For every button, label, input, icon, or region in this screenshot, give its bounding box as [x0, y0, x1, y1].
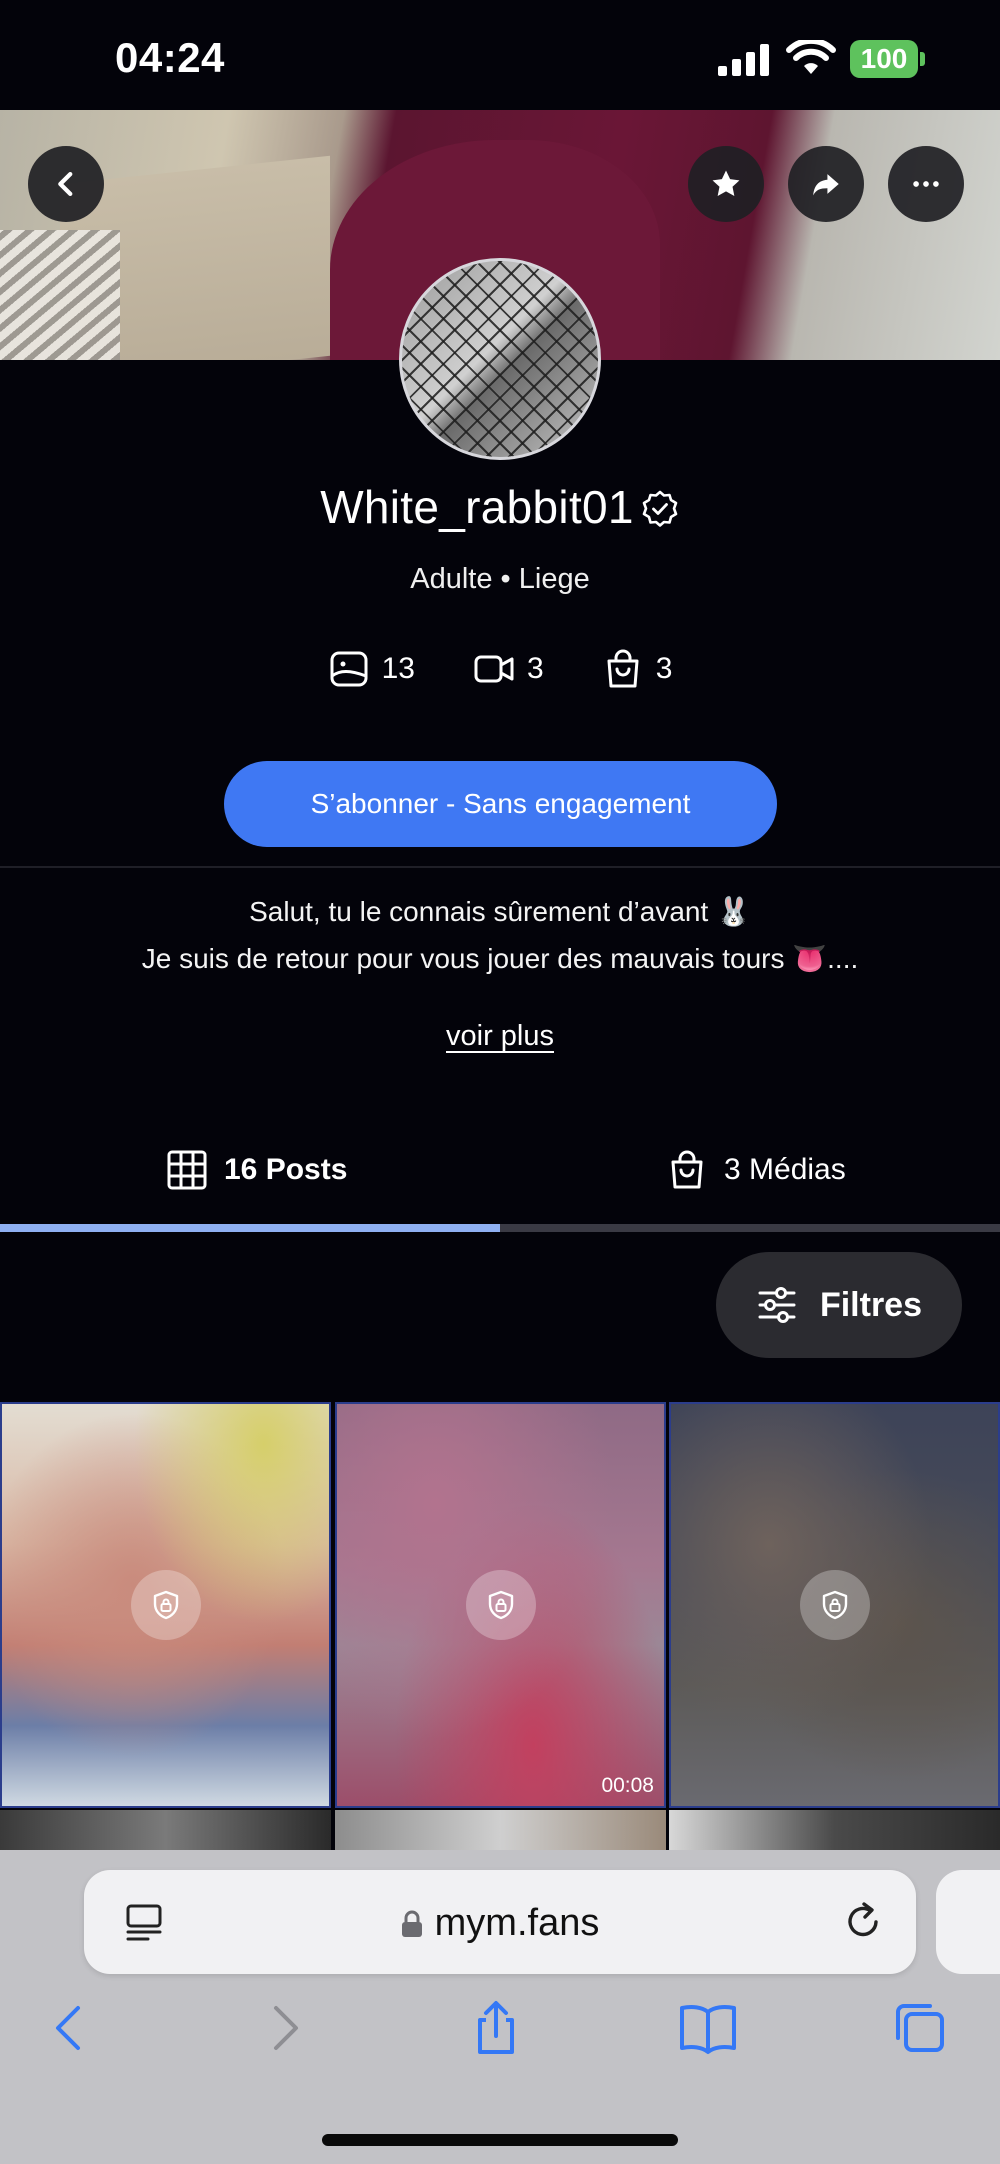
divider — [0, 866, 1000, 868]
address-bar[interactable]: mym.fans — [84, 1870, 916, 1974]
profile-stats: 13 3 3 — [0, 648, 1000, 690]
video-duration: 00:08 — [601, 1774, 654, 1797]
post-thumbnail[interactable] — [669, 1402, 1000, 1808]
bio-line-2: Je suis de retour pour vous jouer des ma… — [141, 943, 859, 974]
bio: Salut, tu le connais sûrement d’avant 🐰 … — [0, 888, 1000, 982]
username-text: White_rabbit01 — [320, 481, 634, 533]
home-indicator — [322, 2134, 678, 2146]
medias-count: 3 — [602, 648, 672, 690]
shopping-bag-icon — [607, 649, 639, 688]
sliders-icon — [758, 1287, 796, 1323]
back-button[interactable] — [28, 146, 104, 222]
locked-shield-icon — [799, 1570, 870, 1640]
ellipsis-icon — [913, 181, 939, 187]
posts-grid: 00:08 — [0, 1402, 1000, 1812]
locked-shield-icon — [130, 1570, 201, 1640]
avatar[interactable] — [399, 258, 601, 460]
share-icon[interactable] — [466, 1998, 526, 2058]
tab-posts[interactable]: 16 Posts — [166, 1120, 347, 1220]
browser-nav-row — [0, 1998, 1000, 2068]
battery-level: 100 — [850, 40, 918, 78]
shopping-bag-icon — [671, 1150, 703, 1189]
posts-grid-next-row — [0, 1810, 1000, 1850]
share-arrow-icon — [813, 174, 839, 196]
tab-medias[interactable]: 3 Médias — [666, 1120, 846, 1220]
status-time: 04:24 — [115, 34, 225, 81]
tab-indicator — [0, 1224, 1000, 1232]
tabs-icon[interactable] — [890, 1998, 950, 2058]
star-icon — [712, 170, 740, 197]
verified-badge-icon — [642, 490, 678, 527]
favorite-button[interactable] — [688, 146, 764, 222]
content-tabs: 16 Posts 3 Médias — [0, 1120, 1000, 1230]
post-thumbnail[interactable] — [0, 1402, 331, 1808]
lock-icon — [401, 1910, 422, 1937]
locked-shield-icon — [465, 1570, 536, 1640]
photos-count: 13 — [328, 648, 415, 690]
see-more-link[interactable]: voir plus — [0, 1020, 1000, 1053]
bio-line-1: Salut, tu le connais sûrement d’avant 🐰 — [249, 896, 751, 927]
profile-subline: Adulte • Liege — [410, 563, 590, 595]
subscribe-button[interactable]: S’abonner - Sans engagement — [224, 761, 777, 847]
back-icon[interactable] — [40, 1998, 100, 2058]
filters-button[interactable]: Filtres — [716, 1252, 962, 1358]
chevron-left-icon — [58, 171, 73, 197]
next-tab-preview[interactable] — [936, 1870, 1000, 1974]
battery-icon: 100 — [850, 40, 925, 78]
profile-name: White_rabbit01 — [0, 480, 1000, 534]
reload-icon[interactable] — [840, 1898, 886, 1944]
grid-icon — [167, 1150, 207, 1190]
wifi-icon — [786, 40, 836, 74]
forward-icon[interactable] — [254, 1998, 314, 2058]
browser-toolbar: mym.fans — [0, 1850, 1000, 2164]
url-display: mym.fans — [84, 1902, 916, 1945]
photo-icon — [330, 651, 368, 687]
bookmarks-icon[interactable] — [678, 1998, 738, 2058]
cellular-signal-icon — [718, 44, 769, 76]
video-camera-icon — [474, 655, 514, 683]
videos-count: 3 — [473, 648, 544, 690]
post-thumbnail[interactable]: 00:08 — [335, 1402, 666, 1808]
status-bar: 04:24 100 — [0, 0, 1000, 110]
more-options-button[interactable] — [888, 146, 964, 222]
share-button[interactable] — [788, 146, 864, 222]
